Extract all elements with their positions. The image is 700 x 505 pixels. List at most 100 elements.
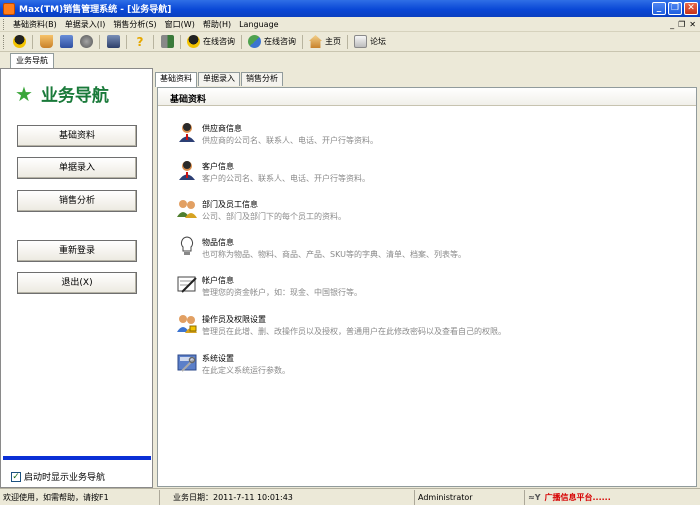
penguin-icon bbox=[187, 35, 200, 48]
entry-items[interactable]: 物品信息 也可称为物品、物料、商品、产品、SKU等的字典、清单、档案、列表等。 bbox=[176, 235, 466, 260]
startup-label: 启动时显示业务导航 bbox=[24, 473, 106, 483]
entry-title: 帐户信息 bbox=[202, 276, 234, 285]
nav-basic-data-button[interactable]: 基础资料 bbox=[17, 125, 137, 147]
toolbar: ? 在线咨询 在线咨询 主页 论坛 bbox=[0, 32, 700, 52]
entry-desc: 供应商的公司名、联系人、电话、开户行等资料。 bbox=[202, 136, 378, 145]
nav-document-entry-button[interactable]: 单据录入 bbox=[17, 157, 137, 179]
document-tab-strip: 业务导航 bbox=[0, 52, 700, 68]
entry-desc: 公司、部门及部门下的每个员工的资料。 bbox=[202, 212, 346, 221]
startup-checkbox[interactable]: ✓ bbox=[11, 471, 21, 482]
status-platform: 广播信息平台...... bbox=[544, 492, 611, 502]
operators-icon bbox=[176, 312, 198, 334]
forum-icon bbox=[354, 35, 367, 48]
doc-tab-business-nav[interactable]: 业务导航 bbox=[10, 53, 54, 68]
startup-option[interactable]: ✓ 启动时显示业务导航 bbox=[11, 470, 105, 483]
forum-button[interactable]: 论坛 bbox=[351, 33, 389, 51]
status-date-label: 业务日期： bbox=[173, 492, 213, 502]
title-bar: Max(TM)销售管理系统 - [业务导航] _ ❐ ✕ bbox=[0, 0, 700, 17]
entry-accounts[interactable]: 帐户信息 管理您的资金帐户，如：现金、中国银行等。 bbox=[176, 273, 362, 298]
window-title: Max(TM)销售管理系统 - [业务导航] bbox=[19, 5, 172, 15]
entry-desc: 客户的公司名、联系人、电话、开户行等资料。 bbox=[202, 174, 370, 183]
exit-door-icon bbox=[160, 35, 174, 48]
hand-button[interactable] bbox=[56, 33, 76, 51]
menu-document-entry[interactable]: 单据录入(I) bbox=[61, 19, 110, 30]
entry-desc: 在此定义系统运行参数。 bbox=[202, 366, 290, 375]
department-people-icon bbox=[176, 197, 198, 219]
broadcast-logo-icon: ≈Y bbox=[528, 492, 541, 502]
qq-button[interactable] bbox=[9, 33, 29, 51]
account-pen-icon bbox=[176, 273, 198, 295]
mdi-close-button[interactable]: ✕ bbox=[689, 20, 696, 29]
basket-button[interactable] bbox=[36, 33, 56, 51]
content-header: 基础资料 bbox=[158, 88, 696, 106]
exit-button[interactable]: 退出(X) bbox=[17, 272, 137, 294]
tab-basic-data[interactable]: 基础资料 bbox=[155, 72, 197, 87]
entry-customer[interactable]: 客户信息 客户的公司名、联系人、电话、开户行等资料。 bbox=[176, 159, 370, 184]
status-broadcast[interactable]: ≈Y 广播信息平台...... bbox=[525, 490, 614, 505]
main-area: 基础资料 单据录入 销售分析 基础资料 供应商信息 供应商的公司名、联系人、电话… bbox=[155, 68, 700, 488]
globe-button[interactable] bbox=[76, 33, 96, 51]
entry-desc: 也可称为物品、物料、商品、产品、SKU等的字典、清单、档案、列表等。 bbox=[202, 250, 466, 259]
close-button[interactable]: ✕ bbox=[684, 2, 698, 15]
home-icon bbox=[309, 35, 322, 48]
status-date-value: 2011-7-11 10:01:43 bbox=[213, 492, 293, 502]
nav-title-text: 业务导航 bbox=[40, 86, 109, 106]
basket-icon bbox=[39, 35, 53, 48]
status-user: Administrator bbox=[415, 489, 525, 505]
entry-department[interactable]: 部门及员工信息 公司、部门及部门下的每个员工的资料。 bbox=[176, 197, 346, 222]
menu-basic-data[interactable]: 基础资料(B) bbox=[9, 19, 61, 30]
calculator-button[interactable] bbox=[103, 33, 123, 51]
entry-title: 部门及员工信息 bbox=[202, 200, 258, 209]
tab-sales-analysis[interactable]: 销售分析 bbox=[241, 72, 283, 86]
content-header-title: 基础资料 bbox=[170, 95, 207, 105]
penguin-icon bbox=[12, 35, 26, 48]
online-consult-button-2[interactable]: 在线咨询 bbox=[245, 33, 299, 51]
category-tabs: 基础资料 单据录入 销售分析 bbox=[155, 72, 284, 87]
entry-title: 物品信息 bbox=[202, 238, 234, 247]
entry-title: 供应商信息 bbox=[202, 124, 242, 133]
menu-window[interactable]: 窗口(W) bbox=[161, 19, 199, 30]
menu-sales-analysis[interactable]: 销售分析(S) bbox=[109, 19, 160, 30]
menu-bar: 基础资料(B) 单据录入(I) 销售分析(S) 窗口(W) 帮助(H) Lang… bbox=[0, 17, 700, 32]
globe-icon bbox=[79, 35, 93, 48]
menu-language[interactable]: Language bbox=[235, 20, 282, 29]
status-date: 业务日期：2011-7-11 10:01:43 bbox=[160, 489, 415, 505]
entry-desc: 管理员在此增、删、改操作员以及授权，普通用户在此修改密码以及查看自己的权限。 bbox=[202, 327, 506, 336]
content-panel: 基础资料 供应商信息 供应商的公司名、联系人、电话、开户行等资料。 客户信息 客… bbox=[157, 87, 697, 487]
calculator-icon bbox=[106, 35, 120, 48]
msn-people-icon bbox=[248, 35, 261, 48]
hand-icon bbox=[59, 35, 73, 48]
status-bar: 欢迎使用，如需帮助，请按F1 业务日期：2011-7-11 10:01:43 A… bbox=[0, 488, 700, 505]
entry-system-settings[interactable]: 系统设置 在此定义系统运行参数。 bbox=[176, 351, 290, 376]
entry-supplier[interactable]: 供应商信息 供应商的公司名、联系人、电话、开户行等资料。 bbox=[176, 121, 378, 146]
star-icon: ★ bbox=[15, 81, 33, 106]
maximize-button[interactable]: ❐ bbox=[668, 2, 682, 15]
entry-operators[interactable]: 操作员及权限设置 管理员在此增、删、改操作员以及授权，普通用户在此修改密码以及查… bbox=[176, 312, 506, 337]
lightbulb-icon bbox=[176, 235, 198, 257]
menu-grip bbox=[3, 18, 6, 30]
status-welcome: 欢迎使用，如需帮助，请按F1 bbox=[0, 489, 160, 505]
entry-title: 客户信息 bbox=[202, 162, 234, 171]
mdi-minimize-button[interactable]: _ bbox=[670, 20, 674, 29]
app-icon bbox=[3, 2, 15, 15]
help-button[interactable]: ? bbox=[130, 33, 150, 51]
supplier-person-icon bbox=[176, 121, 198, 143]
home-button[interactable]: 主页 bbox=[306, 33, 344, 51]
nav-panel: ★ 业务导航 基础资料 单据录入 销售分析 重新登录 退出(X) ✓ 启动时显示… bbox=[0, 68, 153, 488]
relogin-button[interactable]: 重新登录 bbox=[17, 240, 137, 262]
exit-door-button[interactable] bbox=[157, 33, 177, 51]
minimize-button[interactable]: _ bbox=[652, 2, 666, 15]
nav-sales-analysis-button[interactable]: 销售分析 bbox=[17, 190, 137, 212]
entry-title: 系统设置 bbox=[202, 354, 234, 363]
question-icon: ? bbox=[136, 34, 144, 49]
menu-help[interactable]: 帮助(H) bbox=[199, 19, 235, 30]
nav-divider bbox=[3, 456, 151, 460]
nav-title: ★ 业务导航 bbox=[15, 81, 109, 107]
tools-icon bbox=[176, 351, 198, 373]
online-consult-button-1[interactable]: 在线咨询 bbox=[184, 33, 238, 51]
mdi-restore-button[interactable]: ❐ bbox=[678, 20, 685, 29]
tab-document-entry[interactable]: 单据录入 bbox=[198, 72, 240, 86]
entry-title: 操作员及权限设置 bbox=[202, 315, 266, 324]
entry-desc: 管理您的资金帐户，如：现金、中国银行等。 bbox=[202, 288, 362, 297]
customer-person-icon bbox=[176, 159, 198, 181]
